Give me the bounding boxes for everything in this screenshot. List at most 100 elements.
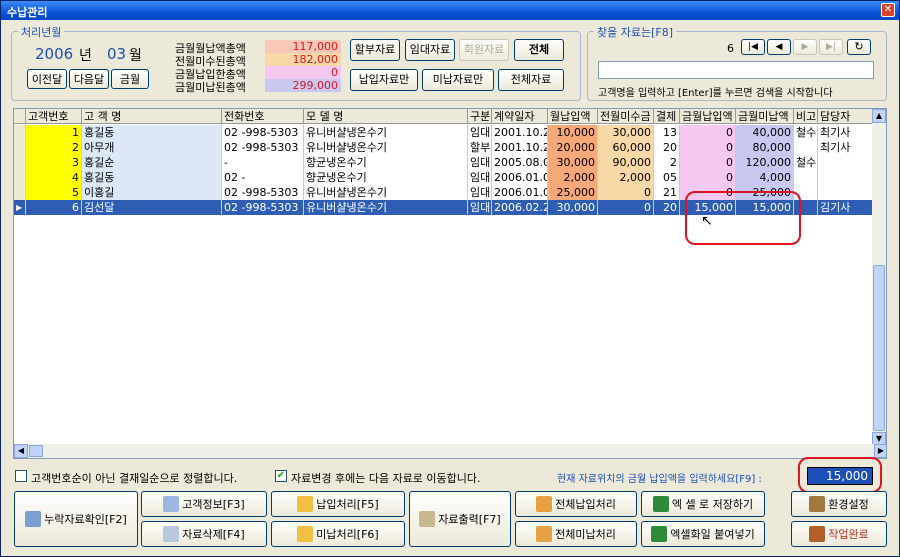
table-cell[interactable]: 할부 [468,140,492,155]
refresh-icon[interactable]: ↻ [847,39,871,55]
table-cell[interactable]: 2 [26,140,82,155]
table-cell[interactable]: 홍길순 [82,155,222,170]
column-header[interactable]: 담당자 [818,109,876,124]
table-cell[interactable]: 30,000 [548,155,598,170]
table-cell[interactable]: 임대 [468,200,492,215]
table-cell[interactable]: 2,000 [548,170,598,185]
table-cell[interactable]: 30,000 [548,200,598,215]
sort-by-payment-day-checkbox[interactable] [15,470,27,482]
table-cell[interactable]: 2006.01.09 [492,170,548,185]
table-cell[interactable]: 60,000 [598,140,654,155]
column-header[interactable]: 모 델 명 [304,109,468,124]
table-cell[interactable]: 유니버샬냉온수기 [304,200,468,215]
table-row[interactable]: 4홍길동02 -향균냉온수기임대2006.01.092,0002,0000504… [14,170,876,185]
table-cell[interactable]: 임대 [468,185,492,200]
last-record-icon[interactable]: ▶| [819,39,843,55]
table-cell[interactable]: 임대 [468,155,492,170]
table-cell[interactable]: 0 [598,185,654,200]
table-cell[interactable]: 유니버샬냉온수기 [304,185,468,200]
unpaid-process-button[interactable]: 미납처리[F6] [271,521,405,547]
current-row-icon[interactable]: ▶ [14,200,26,215]
table-cell[interactable]: 최기사 [818,140,876,155]
table-cell[interactable] [794,140,818,155]
scroll-left-icon[interactable]: ◀ [14,444,28,458]
table-cell[interactable]: 향균냉온수기 [304,170,468,185]
missing-check-button[interactable]: 누락자료확인[F2] [14,491,138,547]
close-icon[interactable]: ✕ [881,3,895,17]
horizontal-scrollbar[interactable]: ◀ ▶ [14,444,886,458]
table-cell[interactable]: 3 [26,155,82,170]
table-row[interactable]: 2아무개02 -998-5303유니버샬냉온수기할부2001.10.2020,0… [14,140,876,155]
table-cell[interactable]: 임대 [468,170,492,185]
table-cell[interactable]: 4 [26,170,82,185]
table-cell[interactable]: 향균냉온수기 [304,155,468,170]
table-cell[interactable]: 02 -998-5303 [222,125,304,140]
table-cell[interactable]: 유니버샬냉온수기 [304,140,468,155]
table-cell[interactable]: 5 [26,185,82,200]
table-cell[interactable]: 02 -998-5303 [222,140,304,155]
table-cell[interactable]: 02 -998-5303 [222,185,304,200]
table-cell[interactable]: 김선달 [82,200,222,215]
table-cell[interactable]: 최기사 [818,125,876,140]
table-cell[interactable]: 80,000 [736,140,794,155]
column-header[interactable]: 계약일자 [492,109,548,124]
next-month-button[interactable]: 다음달 [69,69,109,89]
table-cell[interactable]: 철수 [794,155,818,170]
table-row[interactable]: 3홍길순 -향균냉온수기임대2005.08.0130,00090,0002012… [14,155,876,170]
table-cell[interactable]: 홍길동 [82,125,222,140]
all-filter-button[interactable]: 전체 [514,39,564,61]
table-cell[interactable] [818,170,876,185]
table-cell[interactable]: 0 [680,125,736,140]
prev-month-button[interactable]: 이전달 [27,69,67,89]
member-filter-button[interactable]: 회원자료 [459,39,509,61]
table-cell[interactable]: 120,000 [736,155,794,170]
move-next-after-change-checkbox[interactable]: ✔ [275,470,287,482]
table-cell[interactable]: - [222,155,304,170]
row-selector[interactable] [14,185,26,200]
rental-filter-button[interactable]: 임대자료 [405,39,455,61]
table-cell[interactable]: 40,000 [736,125,794,140]
table-cell[interactable]: 05 [654,170,680,185]
table-cell[interactable]: 2006.01.09 [492,185,548,200]
table-cell[interactable]: 02 - [222,170,304,185]
table-cell[interactable]: 25,000 [548,185,598,200]
table-cell[interactable]: 90,000 [598,155,654,170]
table-cell[interactable]: 4,000 [736,170,794,185]
table-cell[interactable]: 1 [26,125,82,140]
table-cell[interactable]: 이홍길 [82,185,222,200]
table-cell[interactable]: 20,000 [548,140,598,155]
table-cell[interactable]: 21 [654,185,680,200]
row-selector[interactable] [14,140,26,155]
print-button[interactable]: 자료출력[F7] [409,491,511,547]
search-input[interactable] [598,61,874,79]
done-button[interactable]: 작업완료 [791,521,887,547]
table-cell[interactable]: 홍길동 [82,170,222,185]
scroll-thumb[interactable] [873,265,885,431]
table-cell[interactable]: 0 [680,170,736,185]
delete-record-button[interactable]: 자료삭제[F4] [141,521,267,547]
column-header[interactable]: 월납입액 [548,109,598,124]
installment-filter-button[interactable]: 할부자료 [350,39,400,61]
next-record-icon[interactable]: ▶ [793,39,817,55]
vertical-scrollbar[interactable]: ▲ ▼ [872,109,886,446]
column-header[interactable]: 고 객 명 [82,109,222,124]
table-cell[interactable]: 철수 [794,125,818,140]
table-cell[interactable] [818,185,876,200]
row-selector[interactable] [14,125,26,140]
table-cell[interactable]: 10,000 [548,125,598,140]
table-cell[interactable]: 유니버샬냉온수기 [304,125,468,140]
table-cell[interactable]: 2001.10.20 [492,140,548,155]
table-cell[interactable]: 6 [26,200,82,215]
unpaid-only-button[interactable]: 미납자료만 [422,69,494,91]
hscroll-thumb[interactable] [29,445,43,457]
table-cell[interactable]: 2001.10.27 [492,125,548,140]
column-header[interactable]: 고객번호 [26,109,82,124]
table-cell[interactable]: 0 [680,140,736,155]
row-selector[interactable] [14,170,26,185]
table-cell[interactable]: 2005.08.01 [492,155,548,170]
first-record-icon[interactable]: |◀ [741,39,765,55]
table-cell[interactable]: 30,000 [598,125,654,140]
all-data-button[interactable]: 전체자료 [498,69,564,91]
settings-button[interactable]: 환경설정 [791,491,887,517]
customer-info-button[interactable]: 고객정보[F3] [141,491,267,517]
